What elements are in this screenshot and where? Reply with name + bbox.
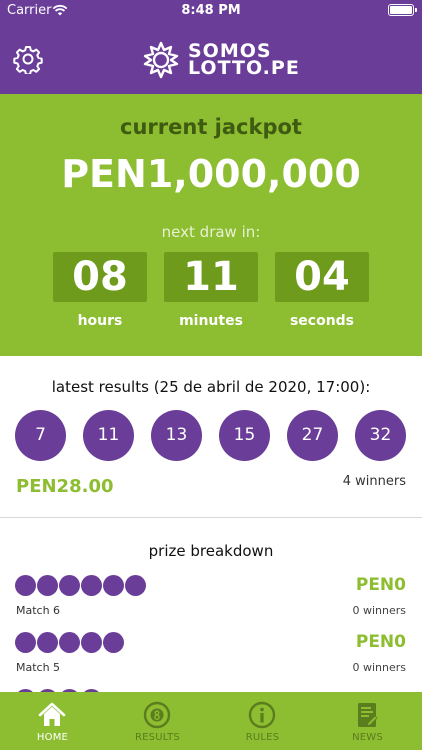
status-time: 8:48 PM [181, 3, 241, 18]
match-ball [15, 632, 36, 653]
home-icon [38, 702, 66, 726]
app-logo: SOMOS LOTTO.PE [142, 40, 300, 80]
countdown-hours: 08 [53, 252, 147, 302]
latest-results-title: latest results (25 de abril de 2020, 17:… [51, 378, 371, 396]
logo-line-2: LOTTO.PE [188, 57, 300, 79]
logo-wordmark: SOMOS LOTTO.PE [188, 42, 300, 79]
tab-results-label: RESULTS [135, 732, 180, 743]
match-winners: 0 winners [352, 661, 406, 674]
tab-rules-label: RULES [245, 732, 280, 743]
result-ball: 11 [83, 410, 134, 461]
match-ball [37, 632, 58, 653]
status-bar: Carrier 8:48 PM [0, 0, 422, 22]
match-ball [81, 632, 102, 653]
lottery-ball-icon [143, 701, 171, 729]
latest-prize-amount: PEN28.00 [16, 476, 114, 497]
app-header: SOMOS LOTTO.PE [0, 22, 422, 94]
tab-results[interactable]: RESULTS [105, 692, 210, 750]
match-balls [15, 575, 147, 597]
countdown-minutes-label: minutes [179, 313, 243, 329]
countdown-hours-label: hours [77, 313, 123, 329]
result-ball: 27 [287, 410, 338, 461]
jackpot-label: current jackpot [120, 115, 302, 139]
prize-breakdown-title: prize breakdown [148, 542, 274, 560]
match-ball [59, 632, 80, 653]
match-ball [37, 575, 58, 596]
match-ball [81, 575, 102, 596]
result-balls: 7 11 13 15 27 32 [15, 410, 407, 462]
next-draw-label: next draw in: [161, 223, 261, 241]
jackpot-amount: PEN1,000,000 [61, 152, 361, 196]
match-winners: 0 winners [352, 604, 406, 617]
match-ball [125, 575, 146, 596]
match-ball [103, 632, 124, 653]
tab-news-label: NEWS [352, 732, 383, 743]
match-label: Match 6 [16, 604, 61, 617]
result-ball: 13 [151, 410, 202, 461]
match-prize: PEN0 [355, 575, 406, 595]
breakdown-row: Match 6 PEN0 0 winners [0, 575, 422, 631]
gear-icon[interactable] [13, 44, 43, 74]
tab-home-label: HOME [36, 732, 69, 743]
match-ball [15, 575, 36, 596]
tab-home[interactable]: HOME [0, 692, 105, 750]
result-ball: 7 [15, 410, 66, 461]
sun-logo-icon [143, 41, 179, 79]
news-icon [358, 703, 378, 727]
match-label: Match 5 [16, 661, 61, 674]
match-ball [103, 575, 124, 596]
result-ball: 32 [355, 410, 406, 461]
latest-results-panel: latest results (25 de abril de 2020, 17:… [0, 356, 422, 518]
latest-winners-count: 4 winners [342, 474, 406, 489]
info-icon [248, 701, 276, 729]
countdown-minutes: 11 [164, 252, 258, 302]
match-ball [59, 575, 80, 596]
tab-news[interactable]: NEWS [315, 692, 420, 750]
breakdown-row: Match 5 PEN0 0 winners [0, 632, 422, 688]
countdown-seconds: 04 [275, 252, 369, 302]
result-ball: 15 [219, 410, 270, 461]
tab-bar: HOME RESULTS RULES NEWS [0, 692, 422, 750]
match-balls [15, 632, 125, 654]
match-prize: PEN0 [355, 632, 406, 652]
battery-icon [388, 4, 417, 16]
countdown-seconds-label: seconds [289, 313, 355, 329]
tab-rules[interactable]: RULES [210, 692, 315, 750]
jackpot-panel: current jackpot PEN1,000,000 next draw i… [0, 94, 422, 356]
